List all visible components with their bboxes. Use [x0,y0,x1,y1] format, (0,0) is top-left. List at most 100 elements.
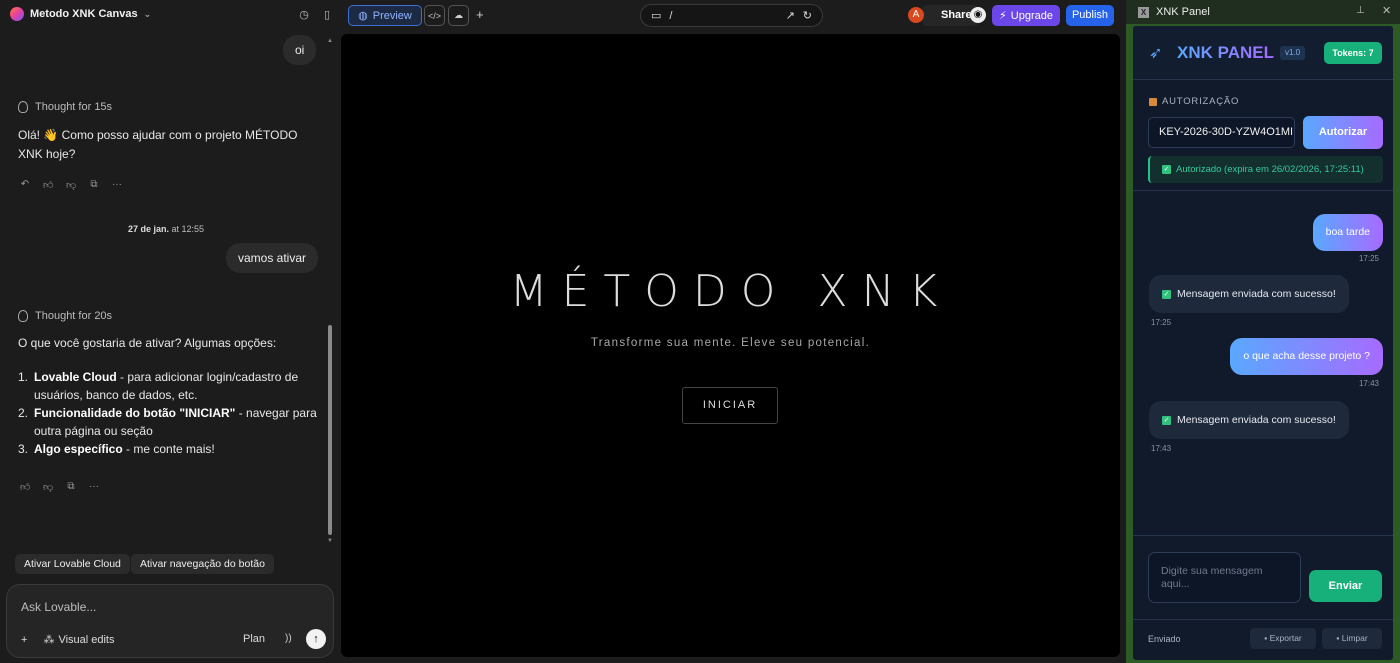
user-bubble: boa tarde [1312,214,1383,251]
list-number: 3. [18,442,29,456]
sidebar-toggle-icon[interactable]: ▯ [320,8,334,22]
bot-bubble-text: Mensagem enviada com sucesso! [1177,414,1336,426]
scroll-down-arrow[interactable]: ▼ [327,538,333,544]
globe-icon: ◍ [358,10,368,22]
share-label: Share [941,9,972,21]
scroll-up-arrow[interactable]: ▲ [327,38,333,44]
avatar[interactable]: A [908,7,924,23]
version-badge: v1.0 [1280,46,1306,60]
url-path[interactable]: / [669,10,672,22]
clear-button[interactable]: ▪ Limpar [1322,628,1382,649]
thought-label: Thought for 20s [35,310,113,322]
list-item: 2. Funcionalidade do botão "INICIAR" - na… [18,404,318,440]
message-time: 17:25 [1358,254,1379,263]
check-icon: ✓ [1162,415,1171,425]
more-icon[interactable]: ··· [112,179,122,191]
option-text: - me conte mais! [122,442,215,456]
export-button[interactable]: ▪ Exportar [1250,628,1316,649]
close-icon[interactable]: ✕ [1382,4,1391,17]
open-external-icon[interactable]: ↗ [786,9,795,22]
export-label: Exportar [1269,633,1302,643]
code-view-button[interactable]: </> [424,5,445,26]
chat-input-box[interactable]: Ask Lovable... + ⁂ Visual edits Plan )) … [6,584,334,658]
cloud-button[interactable]: ☁ [448,5,469,26]
message-input[interactable]: Digite sua mensagem aqui... [1148,552,1301,603]
suggestion-chip-cloud[interactable]: Ativar Lovable Cloud [15,554,130,574]
date-bold: 27 de jan. [127,224,169,234]
lock-icon [1149,97,1157,106]
authorization-label: AUTORIZAÇÃO [1149,96,1239,107]
authorization-section: AUTORIZAÇÃO KEY-2026-30D-YZW4O1MI Autori… [1133,81,1393,191]
compose-area: Digite sua mensagem aqui... Enviar [1133,535,1393,619]
copy-icon[interactable]: ⧉ [66,481,76,493]
refresh-icon[interactable]: ↻ [803,9,812,22]
more-icon[interactable]: ··· [89,481,99,493]
option-title: Algo específico [34,442,123,456]
start-button[interactable]: INICIAR [682,387,778,424]
thumbs-up-icon[interactable]: 👍︎ [20,481,30,493]
voice-icon[interactable]: )) [285,633,292,644]
option-title: Lovable Cloud [34,370,117,384]
lightbulb-icon [18,310,28,322]
send-button[interactable]: Enviar [1309,570,1382,602]
history-icon[interactable]: ◷ [297,8,311,22]
message-date: 27 de jan. at 12:55 [0,224,332,234]
send-icon[interactable]: ↑ [306,629,326,649]
panel-messages: boa tarde 17:25 ✓ Mensagem enviada com s… [1133,192,1393,532]
panel-footer: Enviado ▪ Exportar ▪ Limpar [1133,619,1393,660]
message-time: 17:25 [1151,318,1172,327]
key-input[interactable]: KEY-2026-30D-YZW4O1MI [1148,117,1295,148]
visual-edits-label[interactable]: Visual edits [58,634,114,646]
user-message: vamos ativar [226,243,319,273]
hero-tagline: Transforme sua mente. Eleve seu potencia… [590,337,871,349]
thought-indicator[interactable]: Thought for 15s [18,101,112,113]
preview-url-bar[interactable]: ▭ / ↗ ↻ [640,4,823,27]
thumbs-up-icon[interactable]: 👍︎ [43,179,53,191]
bot-bubble: ✓ Mensagem enviada com sucesso! [1149,275,1349,313]
message-actions: ↶ 👍︎ 👎︎ ⧉ ··· [20,179,122,191]
suggestion-chip-navigation[interactable]: Ativar navegação do botão [131,554,274,574]
visual-edits-icon[interactable]: ⁂ [43,633,54,646]
project-name: Metodo XNK Canvas [30,8,138,20]
xnk-panel-window: X XNK Panel ⊥ ✕ ➶ XNK PANEL v1.0 Tokens:… [1126,0,1400,663]
pin-icon[interactable]: ⊥ [1356,5,1365,16]
thumbs-down-icon[interactable]: 👎︎ [43,481,53,493]
options-list: 1. Lovable Cloud - para adicionar login/c… [18,368,318,458]
list-number: 1. [18,370,29,384]
preview-canvas: MÉTODO XNK Transforme sua mente. Eleve s… [341,34,1120,657]
send-status: Enviado [1148,634,1181,644]
trash-icon: ▪ [1336,633,1340,643]
project-switcher[interactable]: Metodo XNK Canvas ⌄ [10,7,151,21]
hero-title: MÉTODO XNK [509,266,952,317]
github-icon[interactable]: ◉ [970,7,986,23]
clear-label: Limpar [1341,633,1368,643]
bot-bubble: ✓ Mensagem enviada com sucesso! [1149,401,1349,439]
upgrade-button[interactable]: ⚡ Upgrade [992,5,1060,26]
device-icon[interactable]: ▭ [651,9,661,22]
preview-label: Preview [372,9,412,22]
undo-icon[interactable]: ↶ [20,179,30,191]
date-time: at 12:55 [171,224,205,234]
authorize-button[interactable]: Autorizar [1303,116,1383,149]
publish-button[interactable]: Publish [1066,5,1114,26]
add-view-button[interactable]: + [476,7,484,22]
list-item: 3. Algo específico - me conte mais! [18,440,318,458]
plan-toggle[interactable]: Plan [243,633,265,645]
chevron-down-icon: ⌄ [143,8,152,19]
panel-header: ➶ XNK PANEL v1.0 Tokens: 7 [1133,26,1393,80]
thumbs-down-icon[interactable]: 👎︎ [66,179,76,191]
chat-input-placeholder[interactable]: Ask Lovable... [21,600,96,614]
user-bubble: o que acha desse projeto ? [1230,338,1383,375]
upgrade-label: Upgrade [1010,9,1053,22]
attach-icon[interactable]: + [21,634,27,646]
chat-scrollbar[interactable] [328,325,332,535]
preview-button[interactable]: ◍ Preview [348,5,422,26]
app-window: Metodo XNK Canvas ⌄ ◷ ▯ ◍ Preview </> ☁ … [0,0,1400,663]
thought-indicator[interactable]: Thought for 20s [18,310,112,322]
user-message: oi [283,35,317,65]
check-icon: ✓ [1162,165,1171,174]
panel-body: ➶ XNK PANEL v1.0 Tokens: 7 AUTORIZAÇÃO K… [1133,26,1393,660]
code-icon: </> [427,10,441,21]
copy-icon[interactable]: ⧉ [89,179,99,191]
lightning-icon: ⚡ [999,10,1007,22]
